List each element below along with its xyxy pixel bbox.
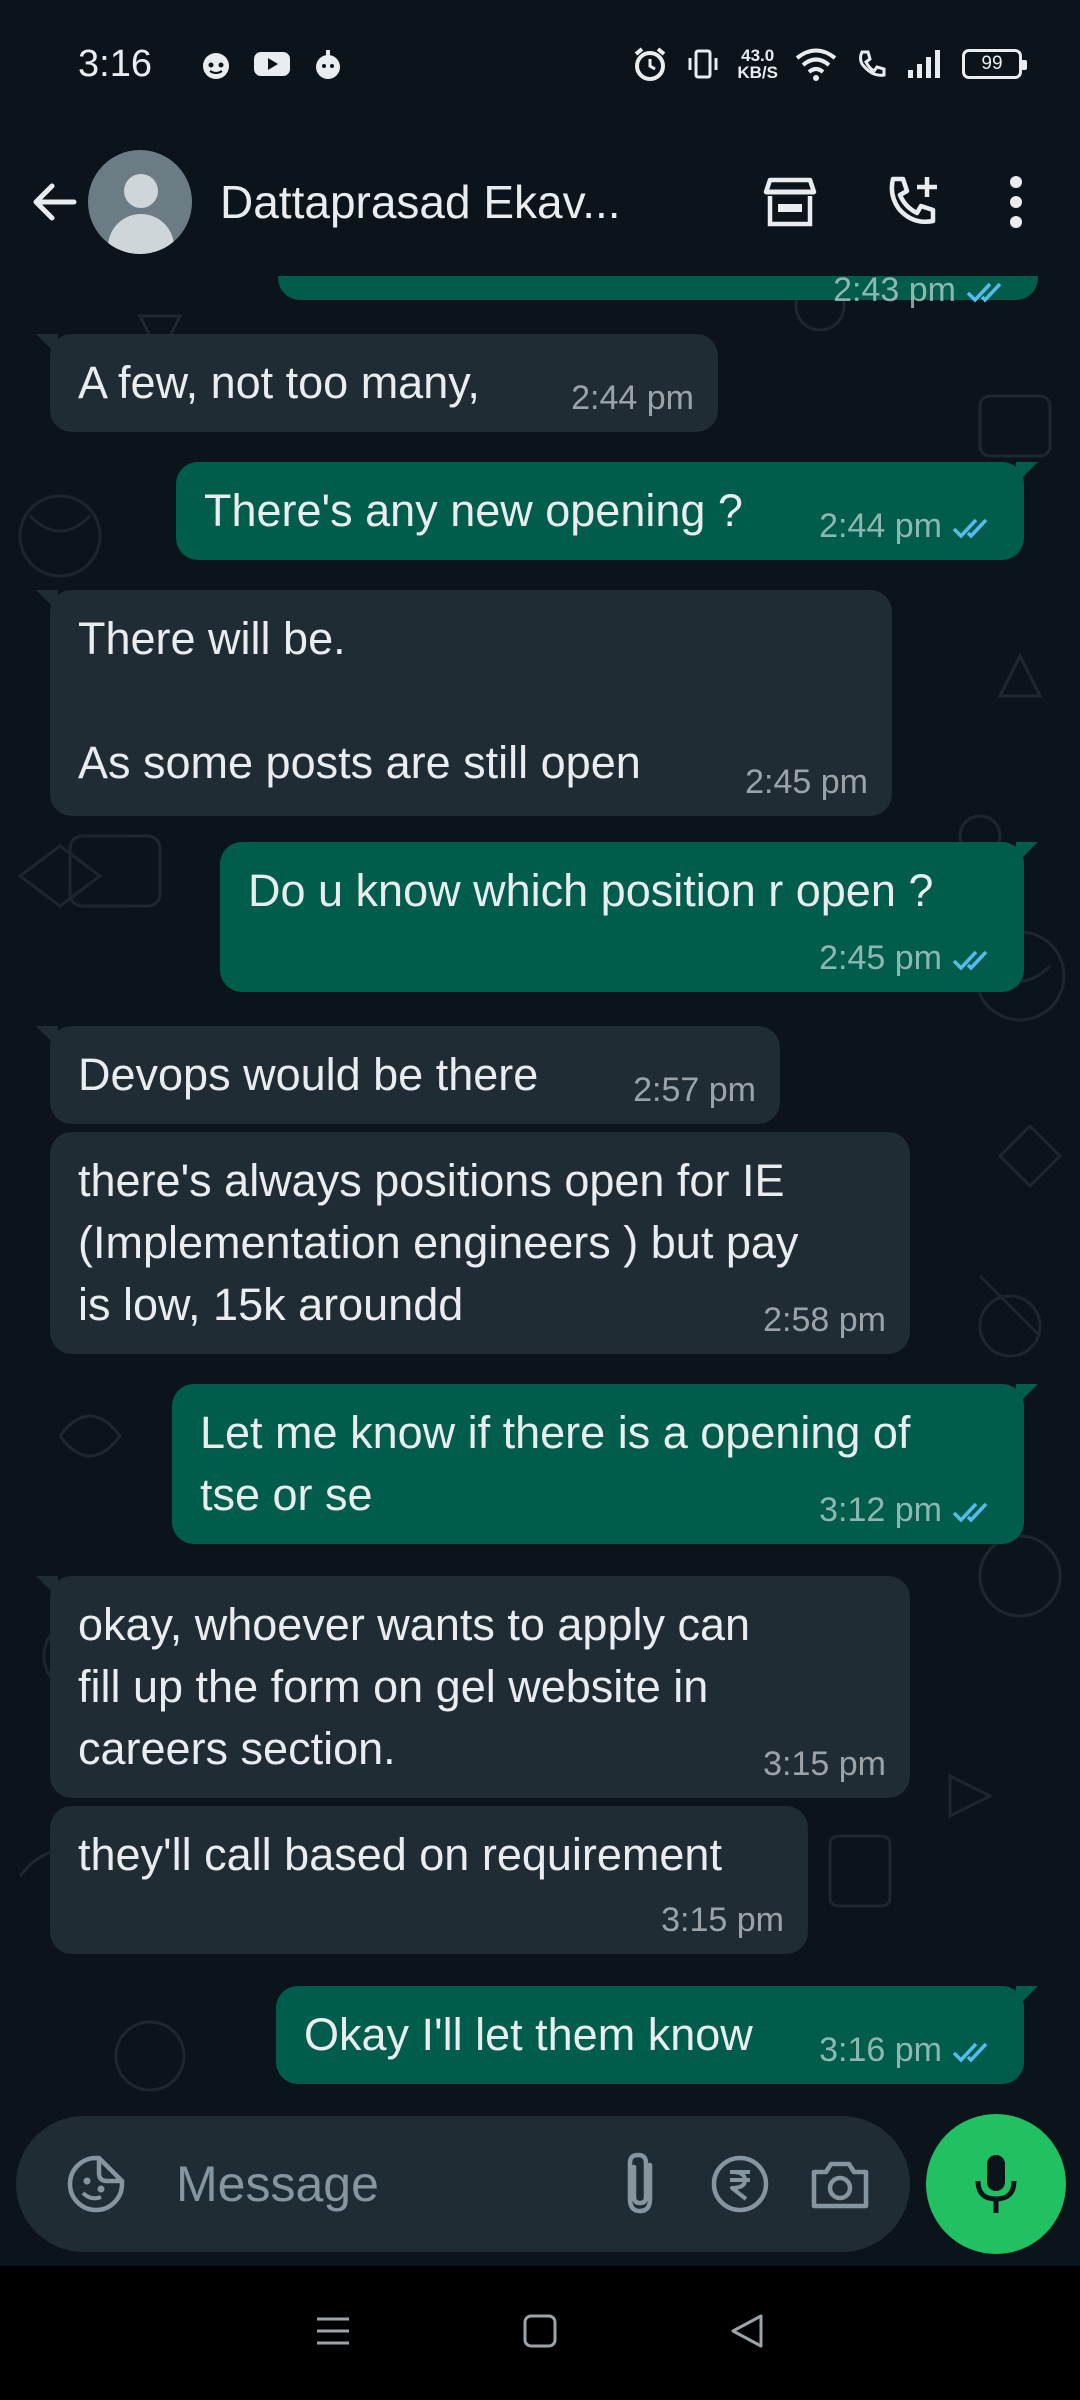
status-bar: 3:16 43.0 KB/S 99: [0, 0, 1080, 128]
message-bubble-incoming[interactable]: Devops would be there 2:57 pm: [36, 1026, 780, 1124]
signal-icon: [908, 50, 940, 78]
notification-icons: [198, 46, 346, 82]
back-arrow-icon: [33, 183, 77, 221]
message-bubble-incoming[interactable]: A few, not too many, 2:44 pm: [36, 334, 718, 432]
network-speed-unit: KB/S: [737, 63, 778, 82]
message-time: 2:44 pm: [819, 507, 942, 545]
app-notification-icon: [315, 50, 340, 79]
message-time: 3:15 pm: [661, 1901, 784, 1939]
back-triangle-icon: [731, 2314, 763, 2347]
system-navigation-bar: [0, 2266, 1080, 2400]
wifi-calling-icon: [859, 50, 886, 77]
message-bubble-incoming[interactable]: they'll call based on requirement 3:15 p…: [50, 1806, 808, 1954]
message-bubble-outgoing[interactable]: 2:43 pm: [278, 276, 1038, 309]
message-bubble-outgoing[interactable]: There's any new opening ? 2:44 pm: [176, 462, 1038, 560]
shop-button[interactable]: [728, 152, 852, 252]
message-text: Do u know which position r open ?: [248, 865, 934, 916]
avatar-head: [124, 174, 158, 208]
message-time: 3:16 pm: [819, 2031, 942, 2069]
message-time: 3:15 pm: [763, 1745, 886, 1783]
reddit-icon: [202, 53, 229, 79]
back-nav-button[interactable]: [727, 2311, 767, 2356]
camera-icon: [811, 2161, 869, 2209]
voice-message-button[interactable]: [926, 2114, 1066, 2254]
shop-icon: [763, 177, 817, 227]
attach-button[interactable]: [590, 2134, 690, 2234]
microphone-icon: [975, 2155, 1017, 2213]
header-actions: [728, 152, 1056, 252]
status-time: 3:16: [78, 42, 152, 85]
add-call-button[interactable]: [852, 152, 976, 252]
message-time: 2:57 pm: [633, 1071, 756, 1109]
paperclip-icon: [627, 2152, 653, 2214]
read-ticks-icon: [966, 282, 1002, 303]
message-meta: 3:12 pm: [819, 1490, 998, 1530]
message-meta: 3:16 pm: [819, 2030, 998, 2070]
camera-button[interactable]: [790, 2134, 890, 2234]
vibrate-icon: [688, 49, 718, 79]
alarm-icon: [635, 47, 666, 81]
home-button[interactable]: [520, 2311, 560, 2356]
message-bubble-incoming[interactable]: There will be. As some posts are still o…: [36, 590, 892, 816]
message-bubble-incoming[interactable]: okay, whoever wants to apply can fill up…: [36, 1576, 910, 1798]
message-time: 2:58 pm: [763, 1301, 886, 1339]
sticker-button[interactable]: [46, 2134, 146, 2234]
more-options-button[interactable]: [976, 152, 1056, 252]
more-vert-icon: [1010, 176, 1022, 228]
message-bubble-outgoing[interactable]: Let me know if there is a opening of tse…: [172, 1384, 1038, 1544]
avatar-body: [108, 214, 174, 254]
battery-indicator: 99: [962, 49, 1027, 79]
wifi-icon: [795, 48, 837, 81]
message-text: they'll call based on requirement: [78, 1829, 722, 1880]
read-ticks-icon: [952, 950, 988, 971]
read-ticks-icon: [952, 2042, 988, 2063]
network-speed-value: 43.0: [741, 46, 775, 65]
message-time: 2:45 pm: [819, 939, 942, 977]
read-ticks-icon: [952, 518, 988, 539]
rupee-icon: [711, 2155, 769, 2213]
read-ticks-icon: [952, 1502, 988, 1523]
message-input[interactable]: Message: [176, 2155, 590, 2213]
home-square-icon: [523, 2314, 557, 2347]
back-button[interactable]: [24, 172, 84, 232]
message-time: 3:12 pm: [819, 1491, 942, 1529]
recents-button[interactable]: [313, 2311, 353, 2356]
menu-lines-icon: [317, 2317, 350, 2344]
avatar[interactable]: [88, 150, 192, 254]
system-icons: 43.0 KB/S 99: [631, 45, 1027, 83]
message-time: 2:44 pm: [571, 379, 694, 417]
network-speed: 43.0 KB/S: [737, 47, 778, 81]
message-meta: 2:44 pm: [819, 506, 998, 546]
message-bubble-outgoing[interactable]: Do u know which position r open ? 2:45 p…: [220, 842, 1038, 992]
add-call-icon: [889, 176, 937, 224]
youtube-icon: [253, 52, 290, 76]
message-bubble-outgoing[interactable]: Okay I'll let them know 3:16 pm: [276, 1986, 1038, 2084]
message-time: 2:45 pm: [745, 763, 868, 801]
message-list[interactable]: 2:43 pm A few, not too many, 2:44 pm The…: [0, 276, 1080, 2106]
chat-header: Dattaprasad Ekav...: [0, 128, 1080, 276]
message-time: 2:43 pm: [833, 276, 956, 309]
contact-name[interactable]: Dattaprasad Ekav...: [220, 175, 660, 229]
whatsapp-chat-screen: 3:16 43.0 KB/S 99 Dattaprasad Ekav... 2:…: [0, 0, 1080, 2400]
message-meta: 2:43 pm: [833, 276, 1012, 310]
payment-button[interactable]: [690, 2134, 790, 2234]
sticker-icon: [67, 2155, 125, 2213]
message-meta: 2:45 pm: [819, 938, 998, 978]
message-composer: Message: [16, 2116, 910, 2252]
message-bubble-incoming[interactable]: there's always positions open for IE (Im…: [50, 1132, 910, 1354]
